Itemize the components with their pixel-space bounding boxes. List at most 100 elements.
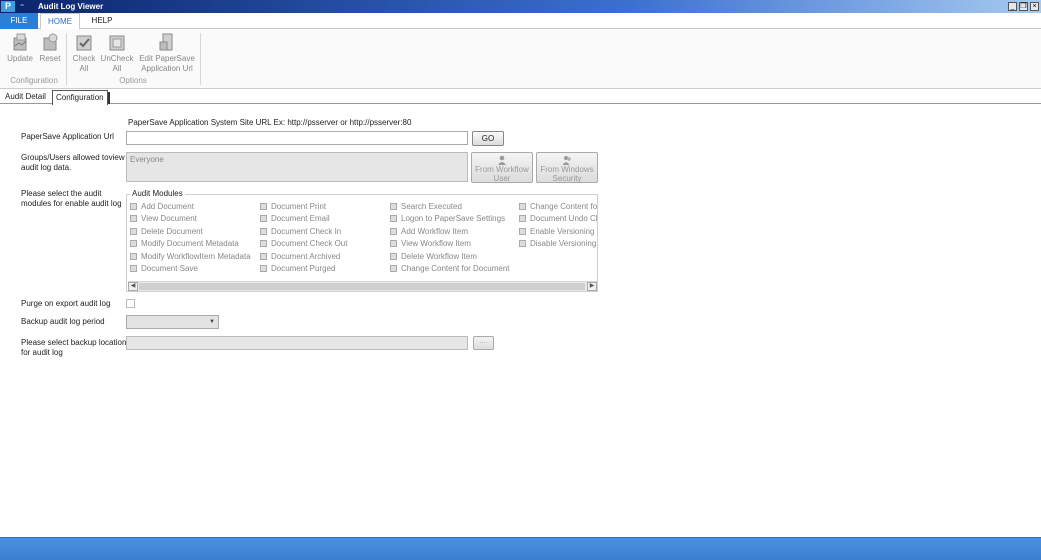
checkbox-icon[interactable] (130, 203, 137, 210)
audit-module-checkbox[interactable]: Modify WorkflowItem Metadata (130, 252, 251, 262)
checkbox-icon[interactable] (390, 265, 397, 272)
scroll-left-icon[interactable]: ◀ (128, 282, 138, 291)
audit-module-checkbox[interactable]: Document Email (260, 214, 330, 224)
audit-module-checkbox[interactable]: Enable Versioning (519, 227, 597, 237)
checkbox-icon[interactable] (130, 227, 137, 235)
audit-module-checkbox[interactable]: Document Purged (260, 264, 335, 274)
app-url-input[interactable] (126, 131, 468, 145)
browse-button[interactable]: .... (473, 336, 494, 350)
quick-access-toolbar-icon[interactable]: ⁼ (20, 1, 24, 12)
checkbox-icon[interactable] (390, 252, 397, 260)
checkbox-icon[interactable] (130, 265, 137, 272)
restore-icon[interactable]: ❐ (1019, 2, 1028, 11)
audit-module-checkbox[interactable]: View Workflow Item (390, 239, 471, 249)
audit-module-checkbox[interactable]: View Document (130, 214, 197, 224)
tab-home[interactable]: HOME (40, 13, 80, 30)
audit-module-label: Add Workflow Item (401, 226, 468, 236)
checkbox-icon[interactable] (260, 265, 267, 272)
modules-label-line2: modules for enable audit log (21, 199, 122, 208)
audit-module-label: Logon to PaperSave Settings (401, 214, 506, 224)
checkbox-icon[interactable] (260, 252, 267, 260)
checkbox-icon[interactable] (519, 215, 526, 223)
tab-insertion-marker (108, 92, 110, 104)
scroll-right-icon[interactable]: ▶ (587, 282, 597, 291)
tab-audit-detail[interactable]: Audit Detail (2, 90, 49, 104)
checkbox-icon[interactable] (390, 215, 397, 223)
update-button[interactable]: Update (6, 32, 34, 64)
ribbon-group-configuration: Configuration (10, 76, 58, 85)
reset-button[interactable]: Reset (38, 32, 62, 64)
checkbox-icon[interactable] (130, 252, 137, 260)
check-all-icon (76, 35, 92, 51)
app-logo-icon[interactable]: P (1, 1, 15, 12)
audit-module-label: Modify WorkflowItem Metadata (141, 251, 251, 261)
audit-module-checkbox[interactable]: Document Check Out (260, 239, 347, 249)
tab-file[interactable]: FILE (0, 13, 38, 29)
groups-label-line1: Groups/Users allowed toview (21, 153, 125, 162)
tab-help[interactable]: HELP (84, 13, 120, 29)
user-icon (498, 155, 506, 165)
checkbox-icon[interactable] (130, 240, 137, 248)
groups-list[interactable]: Everyone (126, 152, 468, 182)
audit-module-label: Document Save (141, 264, 198, 273)
checkbox-icon[interactable] (519, 227, 526, 235)
audit-module-checkbox[interactable]: Search Executed (390, 202, 462, 212)
checkbox-icon[interactable] (390, 227, 397, 235)
audit-module-checkbox[interactable]: Delete Document (130, 227, 203, 237)
audit-module-checkbox[interactable]: Change Content for Document (390, 264, 510, 274)
audit-module-label: Delete Workflow Item (401, 251, 477, 261)
minimize-icon[interactable]: _ (1008, 2, 1017, 11)
reset-label: Reset (39, 54, 61, 63)
checkbox-icon[interactable] (260, 227, 267, 235)
checkbox-icon[interactable] (130, 215, 137, 223)
ribbon-group-options: Options (119, 76, 147, 85)
uncheck-all-button[interactable]: UnCheck All (100, 32, 134, 74)
checkbox-icon[interactable] (260, 215, 267, 223)
checkbox-icon[interactable] (390, 203, 397, 210)
audit-module-checkbox[interactable]: Change Content for (519, 202, 597, 212)
backup-period-select[interactable]: ▼ (126, 315, 219, 329)
audit-module-checkbox[interactable]: Modify Document Metadata (130, 239, 239, 249)
purge-checkbox[interactable] (126, 299, 135, 308)
update-label: Update (7, 54, 33, 63)
audit-module-checkbox[interactable]: Add Workflow Item (390, 227, 468, 237)
modules-label-line1: Please select the audit (21, 189, 102, 198)
audit-module-checkbox[interactable]: Delete Workflow Item (390, 252, 477, 262)
ribbon: Update Reset Configuration Check All UnC… (0, 29, 1041, 89)
checkbox-icon[interactable] (390, 240, 397, 248)
audit-module-label: Document Check In (271, 226, 342, 236)
backup-location-label-line1: Please select backup location (21, 338, 127, 347)
checkbox-icon[interactable] (260, 203, 267, 210)
backup-location-input[interactable] (126, 336, 468, 350)
audit-module-checkbox[interactable]: Document Check In (260, 227, 341, 237)
checkbox-icon[interactable] (519, 203, 526, 210)
edit-papersave-url-button[interactable]: Edit PaperSave Application Url (138, 32, 196, 74)
audit-module-label: Document Undo Ch (530, 214, 597, 224)
close-icon[interactable]: × (1030, 2, 1039, 11)
backup-period-label: Backup audit log period (21, 317, 105, 326)
ribbon-separator (66, 33, 67, 85)
audit-module-checkbox[interactable]: Document Archived (260, 252, 340, 262)
audit-module-checkbox[interactable]: Document Undo Ch (519, 214, 597, 224)
audit-module-label: Document Email (271, 214, 330, 224)
from-workflow-user-button[interactable]: From Workflow User (471, 152, 533, 183)
audit-module-label: Disable Versioning (530, 239, 597, 249)
audit-module-checkbox[interactable]: Add Document (130, 202, 194, 212)
checkbox-icon[interactable] (260, 240, 267, 248)
scroll-thumb[interactable] (139, 283, 585, 290)
check-all-button[interactable]: Check All (70, 32, 98, 74)
audit-module-label: Change Content for (530, 202, 597, 211)
tab-configuration[interactable]: Configuration (52, 90, 108, 105)
go-button[interactable]: GO (472, 131, 504, 146)
checkbox-icon[interactable] (519, 240, 526, 248)
audit-module-label: Enable Versioning (530, 226, 595, 236)
modules-horizontal-scrollbar[interactable]: ◀ ▶ (128, 281, 597, 291)
from-windows-label-line2: Security (552, 174, 582, 183)
audit-module-checkbox[interactable]: Logon to PaperSave Settings (390, 214, 505, 224)
window-title: Audit Log Viewer (38, 2, 104, 11)
edit-url-label-line1: Edit PaperSave (139, 54, 195, 63)
audit-module-checkbox[interactable]: Disable Versioning (519, 239, 597, 249)
audit-module-checkbox[interactable]: Document Print (260, 202, 326, 212)
audit-module-checkbox[interactable]: Document Save (130, 264, 198, 274)
from-windows-security-button[interactable]: From Windows Security (536, 152, 598, 183)
